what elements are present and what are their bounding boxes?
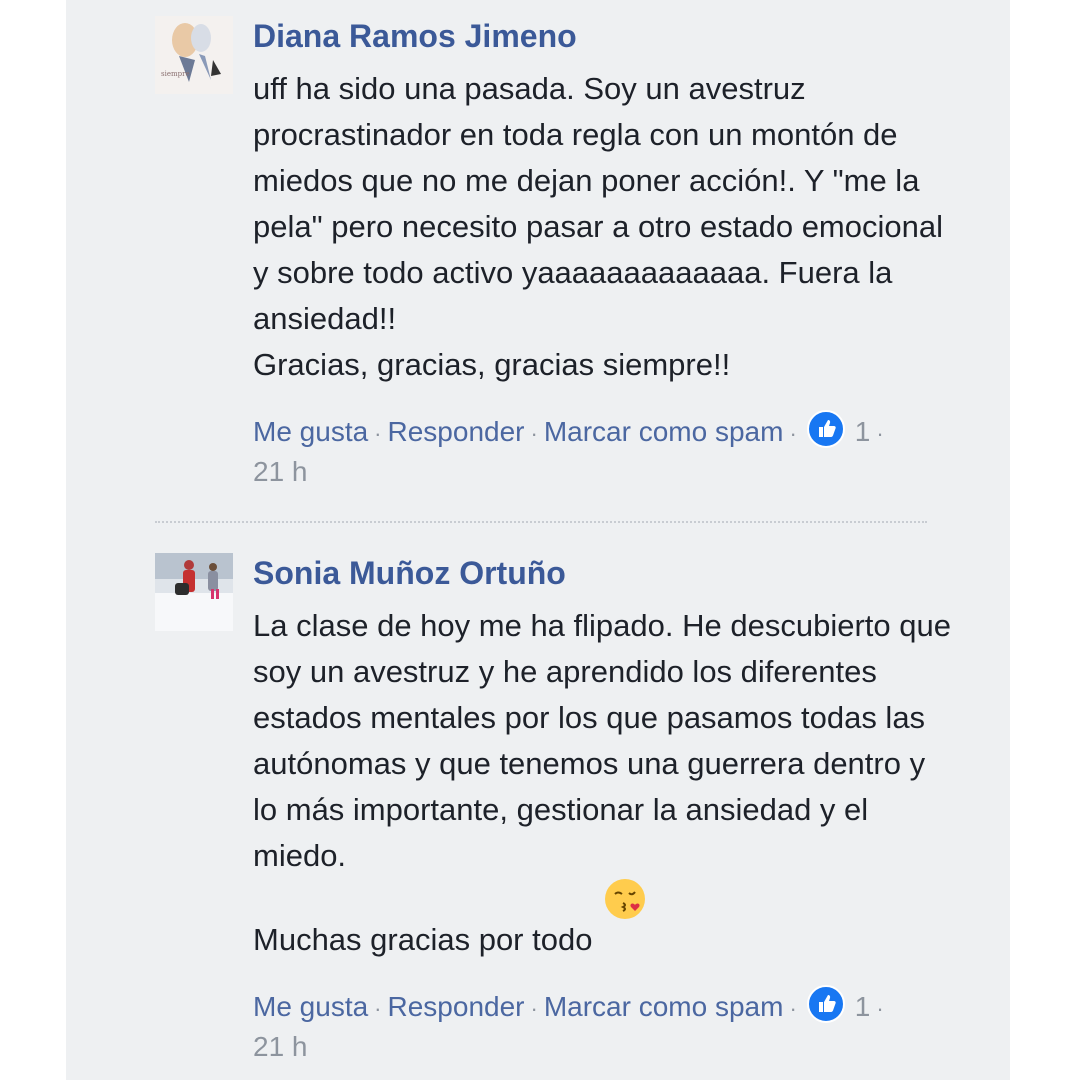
svg-text:siempre: siempre (161, 70, 190, 78)
kissing-face-emoji-icon (605, 879, 646, 919)
thumbs-up-icon[interactable] (806, 410, 845, 448)
comment-actions: Me gusta · Responder · Marcar como spam · 1 · … (253, 985, 953, 1066)
snow-photo-avatar-icon (155, 553, 233, 631)
comment-timestamp[interactable]: 21 h (253, 453, 953, 491)
comment-text: uff ha sido una pasada. Soy un avestruz … (253, 71, 943, 382)
comment-text: La clase de hoy me ha flipado. He descub… (253, 603, 953, 963)
comment-timestamp[interactable]: 21 h (253, 1028, 953, 1066)
mark-spam-link[interactable]: Marcar como spam (544, 416, 784, 447)
commenter-avatar[interactable] (155, 553, 233, 631)
right-margin (1010, 0, 1080, 1080)
commenter-avatar[interactable]: siempre (155, 16, 233, 94)
comment-author[interactable]: Sonia Muñoz Ortuño (253, 553, 953, 593)
reaction-count[interactable]: 1 (855, 991, 871, 1022)
comment-author[interactable]: Diana Ramos Jimeno (253, 16, 953, 56)
comment-actions: Me gusta · Responder · Marcar como spam · 1 · … (253, 410, 953, 491)
thumbs-up-icon[interactable] (806, 985, 845, 1023)
left-margin (0, 0, 66, 1080)
like-link[interactable]: Me gusta (253, 416, 368, 447)
reply-link[interactable]: Responder (388, 991, 525, 1022)
comment-divider (155, 521, 927, 523)
reply-link[interactable]: Responder (388, 416, 525, 447)
comment-text-content: La clase de hoy me ha flipado. He descub… (253, 608, 951, 957)
like-link[interactable]: Me gusta (253, 991, 368, 1022)
mark-spam-link[interactable]: Marcar como spam (544, 991, 784, 1022)
reaction-count[interactable]: 1 (855, 416, 871, 447)
illustration-avatar-icon: siempre (155, 16, 233, 94)
